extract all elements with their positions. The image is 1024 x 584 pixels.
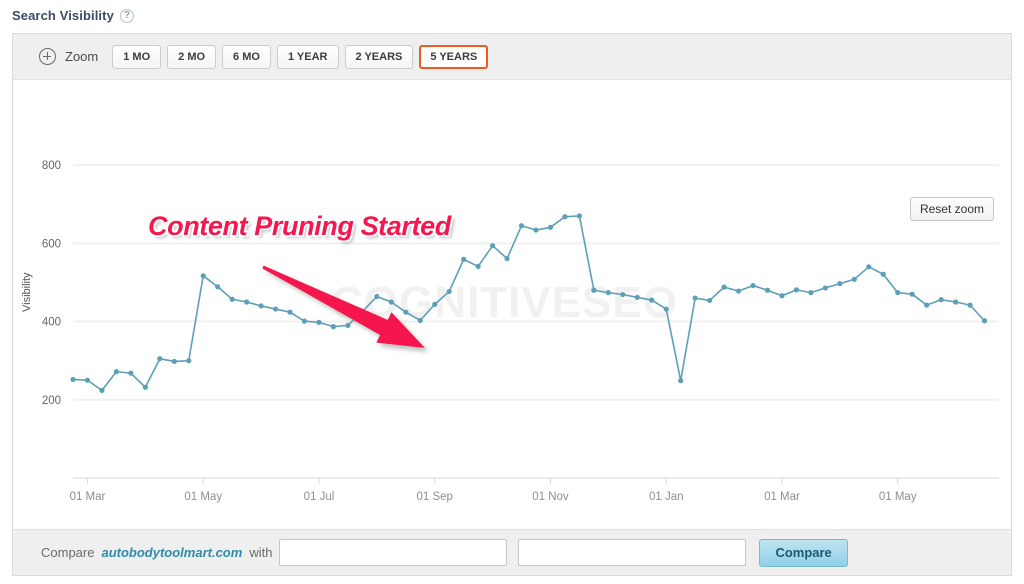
chart-x-tick-labels: 01 Mar 01 May 01 Jul 01 Sep 01 Nov 01 Jan 01 M…	[70, 491, 917, 503]
chart-area: COGNITIVESEO 200 400 600 800 01 Mar 01 May 01…	[13, 80, 1011, 555]
visibility-line-chart: 200400600800 01 Mar 01 May 01 Jul 01 Sep 01 …	[42, 160, 999, 503]
svg-text:200: 200	[42, 395, 61, 407]
svg-text:01 Nov: 01 Nov	[532, 491, 569, 503]
panel-header: Search Visibility ?	[12, 8, 134, 23]
range-button-6mo[interactable]: 6 MO	[222, 44, 271, 69]
compare-button[interactable]: Compare	[759, 538, 848, 567]
chart-series-points	[70, 213, 988, 393]
svg-text:01 Mar: 01 Mar	[70, 491, 106, 503]
compare-bar: Compare autobodytoolmart.com with Compar…	[13, 529, 1011, 575]
chart-y-tick-labels: 200 400 600 800	[42, 160, 61, 407]
zoom-in-icon[interactable]	[39, 48, 56, 65]
y-axis-title: Visibility	[21, 272, 33, 312]
range-button-1year[interactable]: 1 YEAR	[276, 44, 339, 69]
reset-zoom-button[interactable]: Reset zoom	[909, 197, 994, 221]
range-button-1mo[interactable]: 1 MO	[112, 44, 162, 69]
chart-x-ticks	[86, 478, 899, 484]
svg-text:01 Sep: 01 Sep	[416, 491, 452, 503]
range-button-group: 1 MO 2 MO 6 MO 1 YEAR 2 YEARS 5 YEARS	[112, 44, 489, 69]
compare-prefix-label: Compare	[41, 545, 95, 560]
compare-domain-link[interactable]: autobodytoolmart.com	[101, 545, 242, 560]
svg-text:01 Jul: 01 Jul	[304, 491, 335, 503]
question-mark-icon[interactable]: ?	[119, 8, 134, 23]
compare-input-1[interactable]	[279, 539, 508, 566]
range-button-2years[interactable]: 2 YEARS	[344, 44, 414, 69]
compare-input-2[interactable]	[518, 539, 747, 566]
range-button-5years[interactable]: 5 YEARS	[419, 44, 489, 69]
range-button-2mo[interactable]: 2 MO	[167, 44, 217, 69]
zoom-label: Zoom	[65, 49, 99, 64]
svg-text:400: 400	[42, 317, 61, 329]
svg-text:01 May: 01 May	[879, 491, 917, 503]
svg-text:800: 800	[42, 160, 61, 172]
search-visibility-widget: Search Visibility ? Zoom 1 MO 2 MO 6 MO …	[0, 0, 1024, 584]
svg-text:600: 600	[42, 238, 61, 250]
svg-text:01 May: 01 May	[184, 491, 222, 503]
page-title: Search Visibility	[12, 8, 114, 23]
compare-with-label: with	[249, 545, 273, 560]
svg-text:01 Mar: 01 Mar	[764, 491, 800, 503]
svg-text:01 Jan: 01 Jan	[649, 491, 684, 503]
chart-series-line	[72, 215, 986, 392]
zoom-toolbar: Zoom 1 MO 2 MO 6 MO 1 YEAR 2 YEARS 5 YEA…	[13, 34, 1011, 80]
chart-card: Zoom 1 MO 2 MO 6 MO 1 YEAR 2 YEARS 5 YEA…	[12, 33, 1012, 576]
